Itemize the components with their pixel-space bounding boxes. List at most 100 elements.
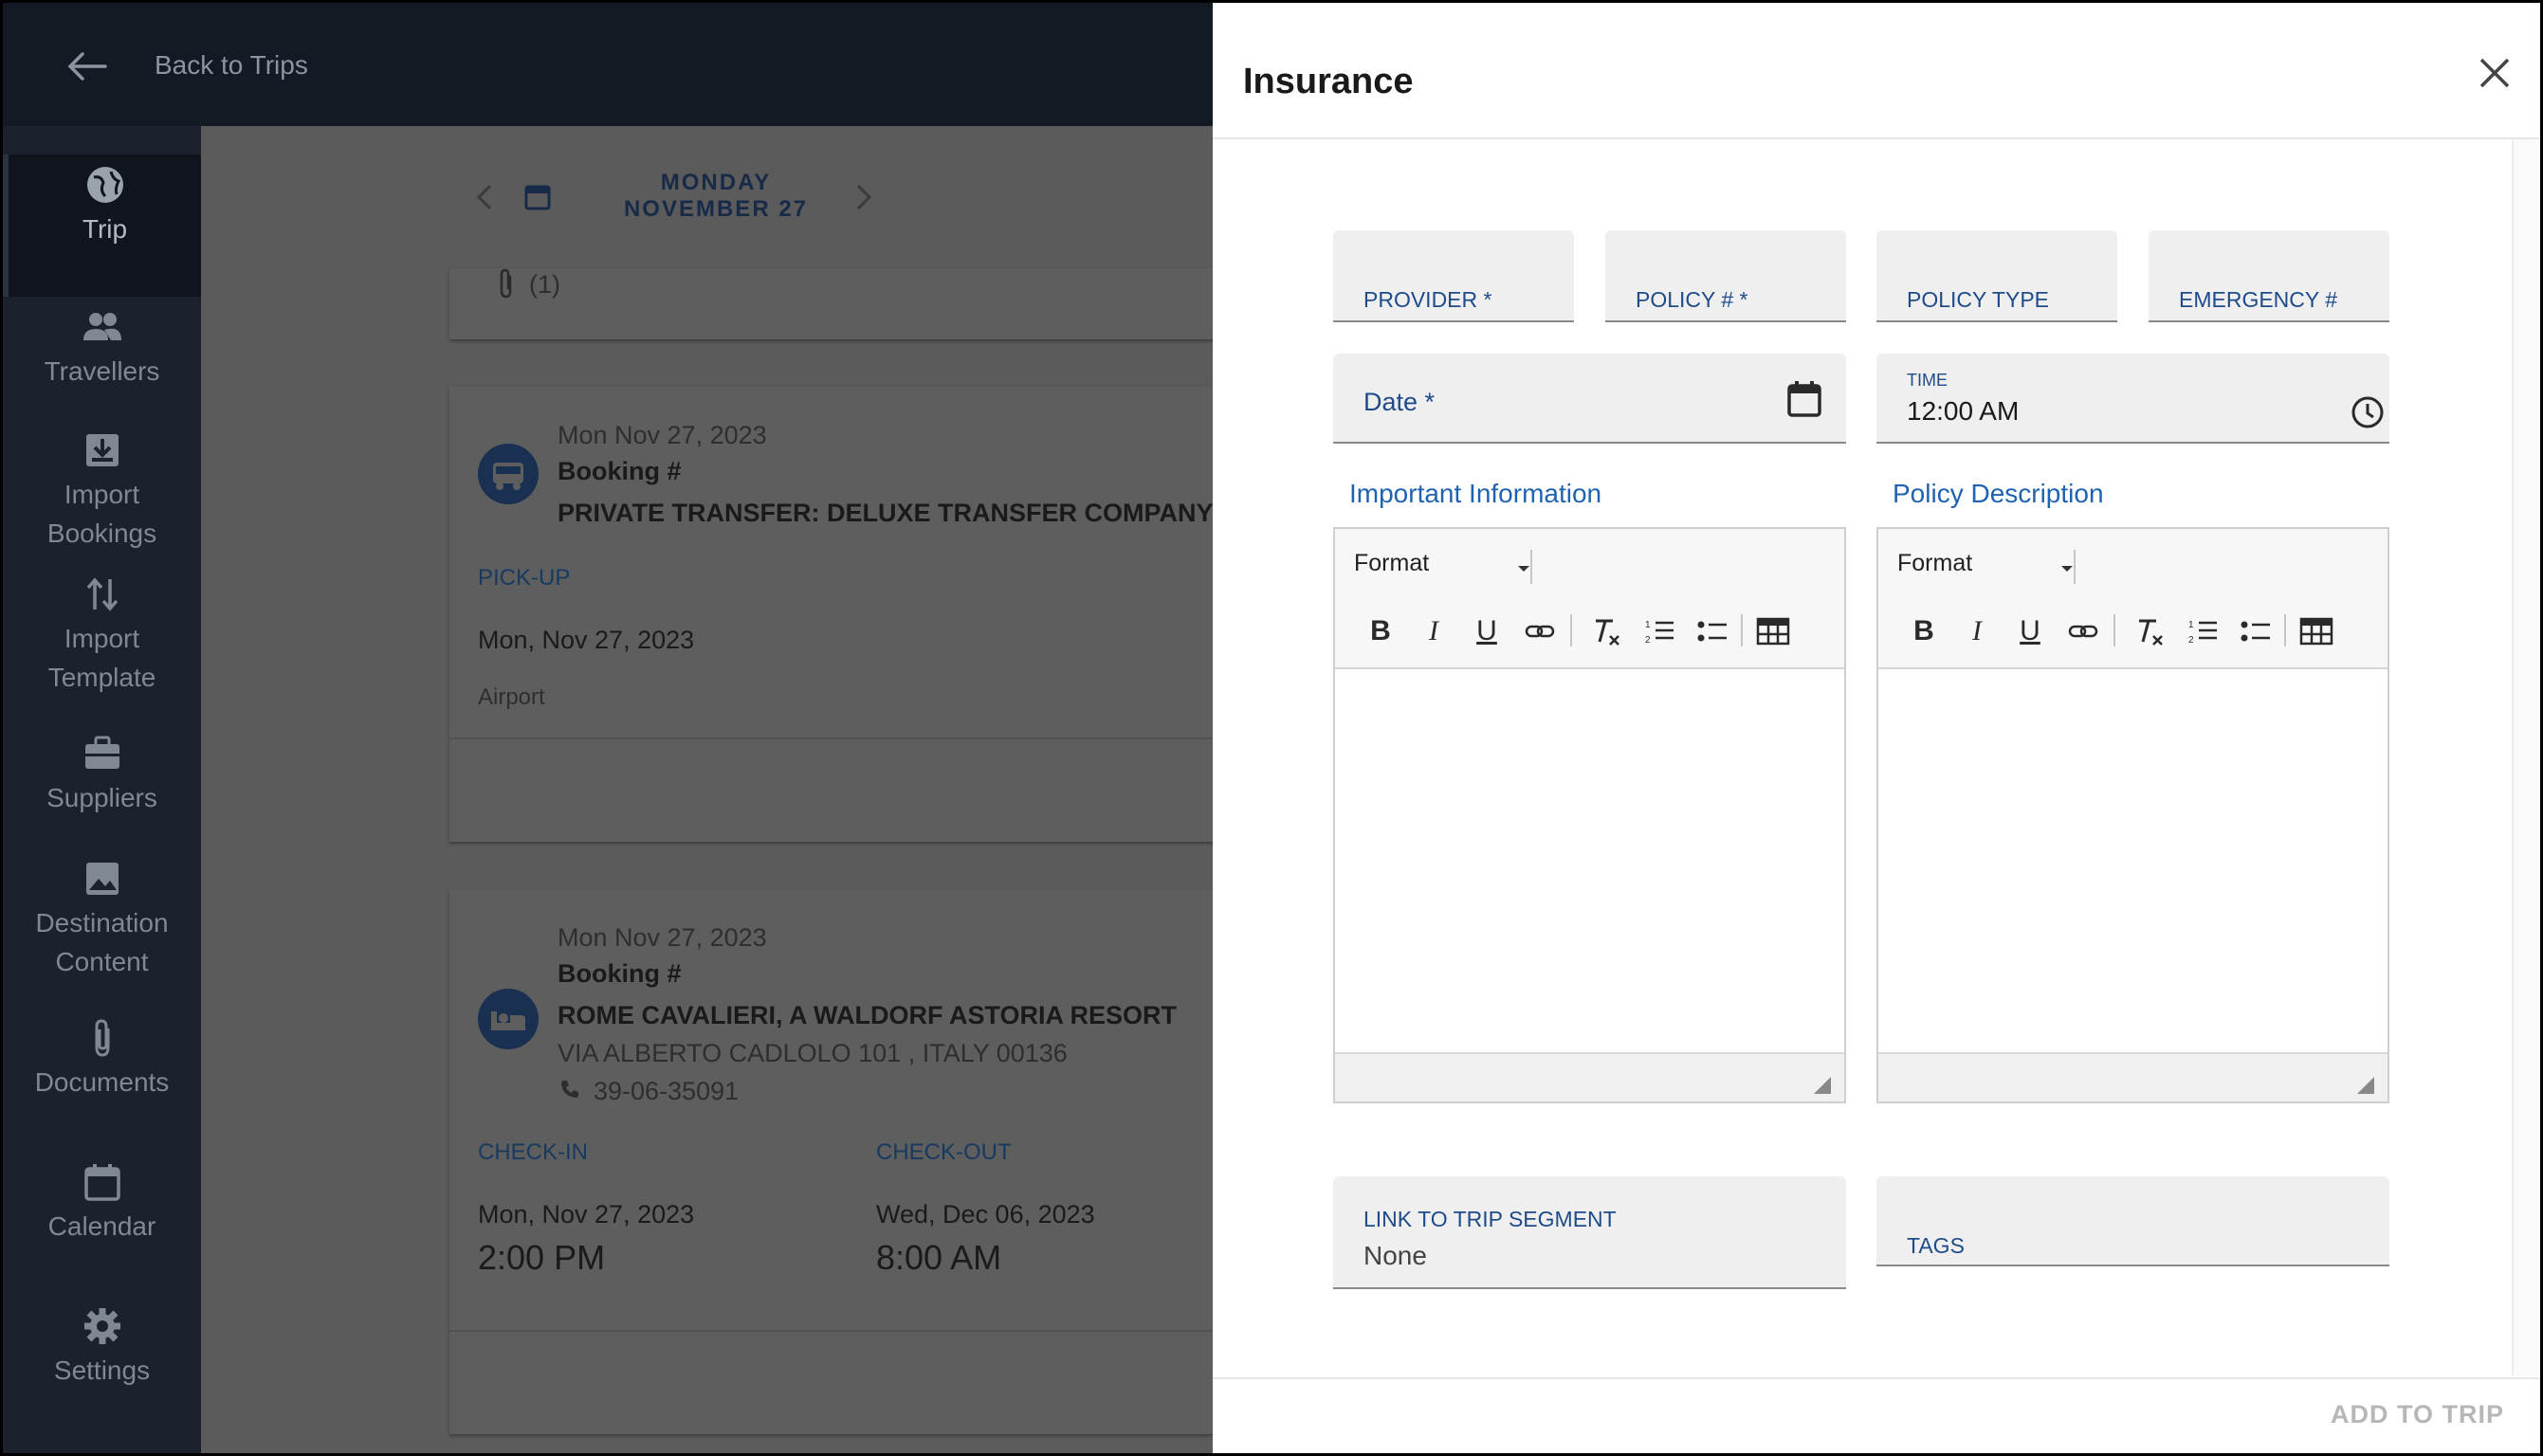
bold-icon[interactable]: B <box>1362 612 1400 650</box>
drawer-scrollbar[interactable] <box>2512 139 2540 1376</box>
trip-itinerary: MONDAY NOVEMBER 27 (1) Mon Nov 27, 2023 … <box>201 126 1227 1453</box>
policy-description-editor: Format B I U 12 <box>1876 527 2389 1103</box>
booking-number: Booking # <box>558 457 682 485</box>
emergency-number-label: EMERGENCY # <box>2179 287 2338 312</box>
format-dropdown[interactable]: Format <box>1897 550 2087 586</box>
link-value: None <box>1363 1241 1427 1270</box>
sidebar-item-trip[interactable]: Trip <box>3 155 201 297</box>
editor-status-bar <box>1878 1052 2387 1101</box>
emergency-number-field[interactable]: EMERGENCY # <box>2149 230 2389 322</box>
swap-vertical-icon <box>86 577 118 611</box>
toolbar-separator <box>1530 550 1532 584</box>
chevron-right-icon[interactable] <box>853 183 874 211</box>
sidebar-item-label: Documents <box>34 1067 170 1097</box>
date-month-day: NOVEMBER 27 <box>623 196 809 222</box>
policy-type-field[interactable]: POLICY TYPE <box>1876 230 2117 322</box>
tags-field[interactable]: TAGS <box>1876 1176 2389 1266</box>
bold-icon[interactable]: B <box>1905 612 1943 650</box>
policy-number-label: POLICY # * <box>1636 287 1748 312</box>
clear-format-icon[interactable] <box>1587 612 1625 650</box>
paperclip-icon <box>500 268 512 299</box>
caret-down-icon <box>2061 566 2073 572</box>
sidebar-item-travellers[interactable]: Travellers <box>3 306 201 391</box>
segment-date: Mon Nov 27, 2023 <box>558 923 767 952</box>
toolbar-separator <box>2284 614 2286 646</box>
chevron-left-icon[interactable] <box>474 183 495 211</box>
numbered-list-icon[interactable]: 12 <box>1640 612 1678 650</box>
italic-icon[interactable]: I <box>1958 612 1996 650</box>
pickup-label: PICK-UP <box>478 565 571 591</box>
sidebar-item-label: Trip <box>82 214 128 244</box>
sidebar-item-import-bookings[interactable]: Import Bookings <box>3 429 201 553</box>
numbered-list-icon[interactable]: 12 <box>2184 612 2222 650</box>
sidebar-item-label: Import <box>64 480 140 509</box>
top-bar: Back to Trips <box>3 3 1213 126</box>
editor-status-bar <box>1335 1052 1844 1101</box>
bullet-list-icon[interactable] <box>2237 612 2275 650</box>
pickup-date: Mon, Nov 27, 2023 <box>478 626 695 654</box>
link-icon[interactable] <box>2064 612 2102 650</box>
provider-field[interactable]: PROVIDER * <box>1333 230 1574 322</box>
time-label: TIME <box>1907 371 1948 390</box>
phone-icon <box>561 1081 578 1098</box>
clear-format-icon[interactable] <box>2131 612 2168 650</box>
editor-content-area[interactable] <box>1878 671 2387 1050</box>
pickup-place: Airport <box>478 684 545 710</box>
policy-type-label: POLICY TYPE <box>1907 287 2049 312</box>
checkout-date: Wed, Dec 06, 2023 <box>876 1200 1095 1228</box>
format-label: Format <box>1897 550 1973 576</box>
sidebar-item-settings[interactable]: Settings <box>3 1305 201 1390</box>
sidebar-item-label: Destination <box>35 908 169 937</box>
sidebar-item-suppliers[interactable]: Suppliers <box>3 733 201 817</box>
segment-title: PRIVATE TRANSFER: DELUXE TRANSFER COMPAN… <box>558 499 1214 527</box>
checkin-date: Mon, Nov 27, 2023 <box>478 1200 695 1228</box>
sidebar-item-destination-content[interactable]: Destination Content <box>3 858 201 981</box>
svg-text:2: 2 <box>2188 635 2194 646</box>
policy-description-label: Policy Description <box>1893 479 2104 508</box>
gear-icon <box>83 1308 120 1344</box>
clock-icon[interactable] <box>2351 395 2385 429</box>
editor-content-area[interactable] <box>1335 671 1844 1050</box>
toolbar-separator <box>1741 614 1743 646</box>
back-to-trips-link[interactable]: Back to Trips <box>155 50 308 81</box>
sidebar-item-documents[interactable]: Documents <box>3 1017 201 1101</box>
table-icon[interactable] <box>1754 612 1792 650</box>
import-icon <box>85 434 119 466</box>
date-field[interactable]: Date * <box>1333 354 1846 444</box>
back-arrow-icon[interactable] <box>65 50 107 82</box>
sidebar-item-calendar[interactable]: Calendar <box>3 1161 201 1246</box>
calendar-icon[interactable] <box>523 181 552 211</box>
transfer-card[interactable]: Mon Nov 27, 2023 Booking # PRIVATE TRANS… <box>449 387 1227 842</box>
add-to-trip-button[interactable]: ADD TO TRIP <box>2331 1400 2504 1429</box>
svg-text:1: 1 <box>1645 620 1651 630</box>
segment-title: ROME CAVALIERI, A WALDORF ASTORIA RESORT <box>558 1001 1177 1029</box>
link-label: LINK TO TRIP SEGMENT <box>1363 1207 1617 1231</box>
resize-handle-icon[interactable] <box>2357 1077 2374 1094</box>
sidebar-item-import-template[interactable]: Import Template <box>3 573 201 697</box>
calendar-icon <box>83 1164 120 1201</box>
link-to-trip-segment-select[interactable]: LINK TO TRIP SEGMENT None <box>1333 1176 1846 1289</box>
format-dropdown[interactable]: Format <box>1354 550 1544 586</box>
resize-handle-icon[interactable] <box>1814 1077 1831 1094</box>
checkout-time: 8:00 AM <box>876 1238 1002 1277</box>
hotel-card[interactable]: Mon Nov 27, 2023 Booking # ROME CAVALIER… <box>449 889 1227 1434</box>
link-icon[interactable] <box>1521 612 1559 650</box>
italic-icon[interactable]: I <box>1415 612 1453 650</box>
date-label: Date * <box>1363 388 1436 416</box>
sidebar-item-label: Calendar <box>47 1211 156 1241</box>
segment-card[interactable]: (1) <box>449 268 1227 339</box>
underline-icon[interactable]: U <box>1468 612 1506 650</box>
calendar-icon[interactable] <box>1786 380 1822 418</box>
close-icon[interactable] <box>2474 52 2516 94</box>
underline-icon[interactable]: U <box>2011 612 2049 650</box>
time-field[interactable]: TIME 12:00 AM <box>1876 354 2389 444</box>
drawer-title: Insurance <box>1243 62 1414 101</box>
checkin-time: 2:00 PM <box>478 1238 606 1277</box>
policy-number-field[interactable]: POLICY # * <box>1605 230 1846 322</box>
image-icon <box>85 863 119 895</box>
table-icon[interactable] <box>2297 612 2335 650</box>
editor-toolbar: Format B I U 12 <box>1335 529 1844 669</box>
bullet-list-icon[interactable] <box>1693 612 1731 650</box>
hotel-phone[interactable]: 39-06-35091 <box>594 1077 739 1106</box>
card-divider <box>449 1330 1227 1332</box>
